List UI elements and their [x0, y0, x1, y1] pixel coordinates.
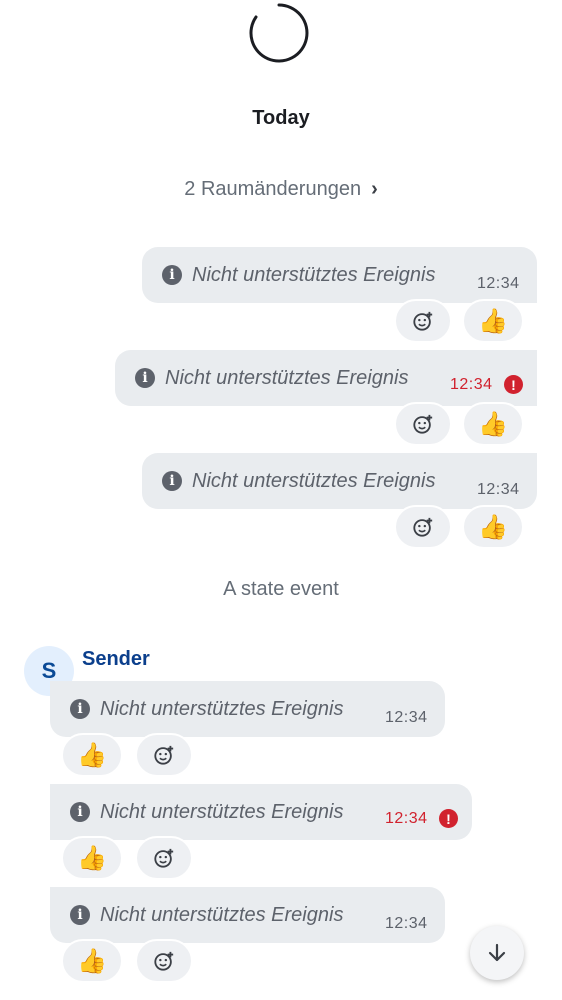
room-changes-label: 2 Raumänderungen	[184, 178, 362, 200]
add-reaction-button[interactable]	[135, 836, 193, 880]
reaction-emoji: 👍	[77, 947, 107, 975]
message-text: Nicht unterstütztes Ereignis	[100, 903, 344, 926]
loading-spinner	[249, 3, 309, 63]
error-icon[interactable]: !	[439, 809, 458, 828]
message-timestamp: 12:34	[385, 915, 428, 932]
add-reaction-button[interactable]	[135, 733, 193, 777]
add-reaction-button[interactable]	[394, 402, 452, 446]
info-icon: i	[135, 368, 155, 388]
scroll-to-bottom-button[interactable]	[470, 926, 524, 980]
add-reaction-icon	[154, 848, 174, 868]
reaction-thumbs-up[interactable]: 👍	[61, 836, 123, 880]
message-timestamp: 12:34	[385, 709, 428, 726]
message-timestamp: 12:34	[477, 481, 520, 498]
date-separator: Today	[252, 107, 310, 129]
info-icon: i	[70, 905, 90, 925]
add-reaction-icon	[154, 745, 174, 765]
message-text: Nicht unterstütztes Ereignis	[192, 263, 436, 286]
message-timestamp: 12:34	[450, 376, 493, 393]
reaction-thumbs-up[interactable]: 👍	[61, 733, 123, 777]
reaction-thumbs-up[interactable]: 👍	[61, 939, 123, 983]
message-text: Nicht unterstütztes Ereignis	[165, 366, 409, 389]
add-reaction-icon	[154, 951, 174, 971]
info-icon: i	[162, 471, 182, 491]
info-icon: i	[70, 699, 90, 719]
reaction-thumbs-up[interactable]: 👍	[462, 299, 524, 343]
state-event-text: A state event	[223, 578, 339, 600]
add-reaction-icon	[413, 414, 433, 434]
message-timestamp: 12:34	[477, 275, 520, 292]
message-text: Nicht unterstütztes Ereignis	[100, 800, 344, 823]
info-icon: i	[70, 802, 90, 822]
reaction-emoji: 👍	[478, 307, 508, 335]
arrow-down-icon	[488, 943, 506, 962]
info-icon: i	[162, 265, 182, 285]
reaction-emoji: 👍	[77, 844, 107, 872]
add-reaction-button[interactable]	[135, 939, 193, 983]
message-text: Nicht unterstütztes Ereignis	[192, 469, 436, 492]
reaction-thumbs-up[interactable]: 👍	[462, 402, 524, 446]
reaction-thumbs-up[interactable]: 👍	[462, 505, 524, 549]
message-text: Nicht unterstütztes Ereignis	[100, 697, 344, 720]
chevron-right-icon: ›	[371, 178, 378, 200]
error-icon[interactable]: !	[504, 375, 523, 394]
add-reaction-button[interactable]	[394, 299, 452, 343]
room-changes-expander[interactable]: 2 Raumänderungen ›	[0, 178, 562, 201]
reaction-emoji: 👍	[478, 410, 508, 438]
add-reaction-button[interactable]	[394, 505, 452, 549]
add-reaction-icon	[413, 311, 433, 331]
reaction-emoji: 👍	[77, 741, 107, 769]
add-reaction-icon	[413, 517, 433, 537]
reaction-emoji: 👍	[478, 513, 508, 541]
sender-name[interactable]: Sender	[82, 648, 150, 671]
message-timestamp: 12:34	[385, 810, 428, 827]
